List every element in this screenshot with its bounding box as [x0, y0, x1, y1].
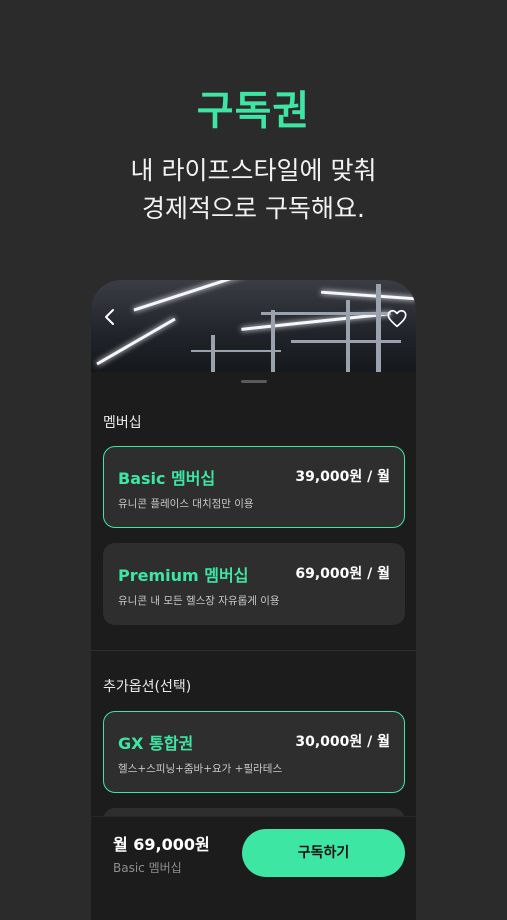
phone-screen: 멤버십 Basic 멤버십 39,000원 / 월 유니콘 플레이스 대치점만 … — [91, 280, 416, 920]
option-name: GX 통합권 — [118, 734, 194, 753]
checkout-bar: 월 69,000원 Basic 멤버십 구독하기 — [91, 816, 416, 920]
section-divider — [91, 650, 416, 651]
bottom-sheet: 멤버십 Basic 멤버십 39,000원 / 월 유니콘 플레이스 대치점만 … — [91, 372, 416, 920]
heart-icon — [387, 309, 407, 328]
plan-card-premium[interactable]: Premium 멤버십 69,000원 / 월 유니콘 내 모든 헬스장 자유롭… — [103, 543, 405, 625]
page-subtitle: 내 라이프스타일에 맞춰 경제적으로 구독해요. — [0, 152, 507, 228]
gym-photo — [91, 280, 416, 372]
chevron-left-icon — [105, 309, 114, 325]
plan-price: 69,000원 / 월 — [295, 566, 390, 582]
selected-plan-name: Basic 멤버십 — [113, 861, 182, 875]
favorite-button[interactable] — [386, 308, 408, 330]
plan-desc: 유니콘 플레이스 대치점만 이용 — [118, 498, 254, 510]
subtitle-line-2: 경제적으로 구독해요. — [142, 194, 365, 223]
plan-card-basic[interactable]: Basic 멤버십 39,000원 / 월 유니콘 플레이스 대치점만 이용 — [103, 446, 405, 528]
back-button[interactable] — [99, 306, 121, 328]
plan-desc: 유니콘 내 모든 헬스장 자유롭게 이용 — [118, 595, 280, 607]
option-card-gx[interactable]: GX 통합권 30,000원 / 월 헬스+스피닝+줌바+요가 +필라테스 — [103, 711, 405, 793]
membership-section-label: 멤버십 — [103, 415, 142, 431]
subscribe-button[interactable]: 구독하기 — [242, 829, 405, 877]
option-desc: 헬스+스피닝+줌바+요가 +필라테스 — [118, 763, 283, 775]
total-price: 월 69,000원 — [113, 835, 210, 854]
plan-name: Premium 멤버십 — [118, 566, 249, 585]
sheet-handle[interactable] — [241, 380, 267, 383]
plan-price: 39,000원 / 월 — [295, 469, 390, 485]
options-section-label: 추가옵션(선택) — [103, 679, 192, 695]
page-title: 구독권 — [196, 88, 311, 134]
plan-name: Basic 멤버십 — [118, 469, 216, 488]
option-price: 30,000원 / 월 — [295, 734, 390, 750]
subtitle-line-1: 내 라이프스타일에 맞춰 — [130, 156, 377, 185]
